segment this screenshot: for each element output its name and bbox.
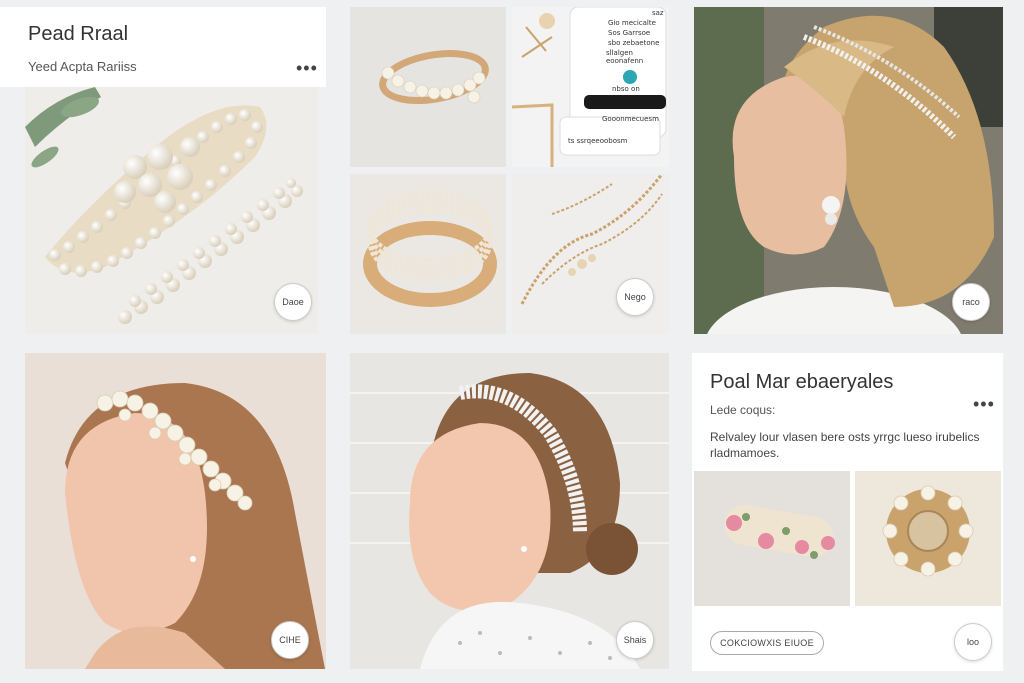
phone-line: Sos Garrsoe	[608, 29, 651, 37]
image-chain-necklace[interactable]: Nego	[512, 174, 669, 334]
phone-label: nbso on	[612, 85, 640, 93]
thumb-pearl-brooch[interactable]	[855, 471, 1001, 606]
collection-card-pearl[interactable]: Pead Rraal Yeed Acpta Rariiss •••	[0, 7, 326, 87]
collection-title: Pead Rraal	[28, 23, 129, 45]
thumb-floral-clip[interactable]	[694, 471, 850, 606]
phone-line: sbo zebaetone	[608, 39, 660, 47]
phone-line: Gio mecicalte	[608, 19, 656, 27]
image-badge[interactable]: Shais	[616, 621, 654, 659]
image-badge[interactable]: Daoe	[274, 283, 312, 321]
image-gold-pearl-ring[interactable]	[350, 174, 506, 334]
collection-card-details[interactable]: Poal Mar ebaeryales Lede coqus: ••• Relv…	[692, 353, 1003, 671]
phone-line: sllalgen eoonafenn	[606, 49, 644, 65]
image-badge[interactable]: Nego	[616, 278, 654, 316]
image-badge[interactable]: CIHE	[271, 621, 309, 659]
image-pearl-ring[interactable]	[350, 7, 506, 167]
collection-action-button[interactable]: COKCIOWXIS EIUOE	[710, 631, 824, 655]
image-phone-app[interactable]: saz Gio mecicalte Sos Garrsoe sbo zebaet…	[512, 7, 669, 167]
pearl-headband-model-illustration	[25, 353, 326, 669]
more-options-icon[interactable]: •••	[296, 59, 318, 77]
image-badge[interactable]: loo	[954, 623, 992, 661]
phone-caption: ts ssrqeeoobosm	[568, 137, 628, 145]
blonde-model-illustration	[694, 7, 1003, 334]
image-model-crystal-headband[interactable]: Shais	[350, 353, 669, 669]
gold-ring-illustration	[363, 190, 497, 307]
crystal-headband-model-illustration	[350, 353, 669, 669]
collection-subtitle: Yeed Acpta Rariiss	[28, 59, 137, 74]
more-options-icon[interactable]: •••	[973, 395, 995, 413]
image-blonde-model-headband[interactable]: raco	[694, 7, 1003, 334]
details-description: Relvaley lour vlasen bere osts yrrgc lue…	[710, 430, 980, 460]
pearl-ring-illustration	[379, 50, 489, 104]
floral-clip-illustration	[724, 504, 835, 559]
image-badge[interactable]: raco	[952, 283, 990, 321]
image-model-pearl-headband[interactable]: CIHE	[25, 353, 326, 669]
image-pearl-hair-clips[interactable]: Daoe	[25, 87, 318, 334]
phone-header: saz	[652, 9, 664, 17]
details-subtitle: Lede coqus:	[710, 403, 776, 417]
brooch-illustration	[882, 485, 974, 577]
phone-footer: Gooonmecuesm	[602, 115, 659, 123]
details-title: Poal Mar ebaeryales	[710, 371, 894, 393]
